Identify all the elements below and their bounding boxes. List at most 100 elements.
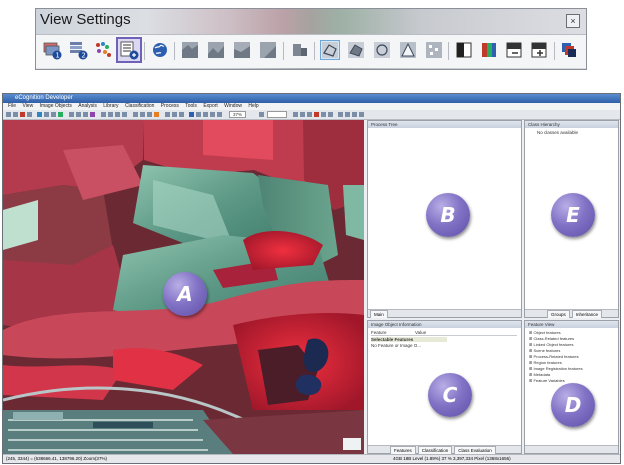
table-row[interactable]: No Feature or Image O... [371,343,421,348]
tree-item[interactable]: ⊞ Class-Related features [529,336,574,341]
level-select[interactable] [267,111,287,118]
class-hierarchy-pane: Class Hierarchy No classes available E G… [524,120,619,318]
rgb-band-icon[interactable] [479,40,499,60]
toolbar-button[interactable] [359,112,364,117]
layer-1-icon[interactable]: 1 [42,40,62,60]
toolbar-button[interactable] [101,112,106,117]
toolbar-button[interactable] [217,112,222,117]
split-view-icon[interactable] [290,40,310,60]
table-row[interactable]: Selectable Features [371,337,447,342]
tab-inheritance[interactable]: Inheritance [571,310,603,318]
toolbar-button[interactable] [147,112,152,117]
toolbar-button[interactable] [338,112,343,117]
tree-item[interactable]: ⊞ Scene features [529,348,560,353]
map-view-4-icon[interactable] [258,40,278,60]
tab-main[interactable]: Main [370,310,388,318]
menu-export[interactable]: Export [203,103,217,109]
toolbar-button[interactable] [90,112,95,117]
toolbar-button[interactable] [108,112,113,117]
menu-tools[interactable]: Tools [185,103,197,109]
toolbar-button[interactable] [179,112,184,117]
map-view-2-icon[interactable] [206,40,226,60]
menu-classification[interactable]: Classification [125,103,154,109]
tree-item[interactable]: ⊞ Linked Object features [529,342,574,347]
toolbar-button[interactable] [314,112,319,117]
layer-2-icon[interactable]: 2 [68,40,88,60]
svg-text:2: 2 [81,52,85,60]
toolbar-button[interactable] [307,112,312,117]
toolbar-button[interactable] [115,112,120,117]
toolbar-button[interactable] [300,112,305,117]
polygon-view-3-icon[interactable] [372,40,392,60]
map-view-1-icon[interactable] [180,40,200,60]
toolbar-button[interactable] [172,112,177,117]
toolbar-button[interactable] [203,112,208,117]
toolbar-button[interactable] [76,112,81,117]
toolbar-button[interactable] [69,112,74,117]
menu-analysis[interactable]: Analysis [78,103,97,109]
toolbar-button[interactable] [345,112,350,117]
toolbar-button[interactable] [293,112,298,117]
column-feature: Feature [371,330,387,335]
tab-features[interactable]: Features [390,446,416,454]
band-plus-icon[interactable] [529,40,549,60]
tree-item[interactable]: ⊞ Feature Variables [529,378,565,383]
process-tree-footer: Main [368,309,521,318]
menu-library[interactable]: Library [103,103,118,109]
menu-file[interactable]: File [8,103,16,109]
toolbar-button[interactable] [140,112,145,117]
tree-item[interactable]: ⊞ Metadata [529,372,550,377]
globe-icon[interactable] [150,40,170,60]
menu-image-objects[interactable]: Image Objects [40,103,72,109]
menu-window[interactable]: Window [224,103,242,109]
toolbar-button[interactable] [20,112,25,117]
toolbar-button[interactable] [51,112,56,117]
tree-item[interactable]: ⊞ Process-Related features [529,354,579,359]
tab-class-evaluation[interactable]: Class Evaluation [454,446,496,454]
polygon-view-5-icon[interactable] [424,40,444,60]
toolbar-button[interactable] [259,112,264,117]
classify-dots-icon[interactable] [93,40,113,60]
polygon-view-4-icon[interactable] [398,40,418,60]
status-info: 4GB 18B Level (1.89%) 37 % 3,397,334 Pix… [393,456,511,461]
tree-item[interactable]: ⊞ Object features [529,330,561,335]
menu-process[interactable]: Process [161,103,179,109]
close-button[interactable]: × [566,14,580,28]
layer-stack-icon[interactable] [559,40,579,60]
tab-groups[interactable]: Groups [547,310,570,318]
toolbar-button[interactable] [27,112,32,117]
menu-view[interactable]: View [22,103,33,109]
class-hierarchy-footer: Groups Inheritance [525,309,618,318]
toolbar-button[interactable] [37,112,42,117]
toolbar-button[interactable] [352,112,357,117]
toolbar-button[interactable] [122,112,127,117]
toolbar-button[interactable] [44,112,49,117]
toolbar-button[interactable] [196,112,201,117]
polygon-outline-icon[interactable] [320,40,340,60]
toolbar-button[interactable] [210,112,215,117]
toolbar-button[interactable] [321,112,326,117]
menu-help[interactable]: Help [248,103,258,109]
main-toolbar: 37% [3,110,620,120]
image-view[interactable]: A [3,120,364,454]
toolbar-button[interactable] [6,112,11,117]
toolbar-button[interactable] [328,112,333,117]
polygon-fill-icon[interactable] [346,40,366,60]
tab-classification[interactable]: Classification [417,446,453,454]
toolbar-button[interactable] [165,112,170,117]
class-hierarchy-header: Class Hierarchy [525,121,618,128]
toolbar-button[interactable] [154,112,159,117]
toolbar-button[interactable] [13,112,18,117]
band-minus-icon[interactable] [504,40,524,60]
single-band-icon[interactable] [454,40,474,60]
toolbar-button[interactable] [58,112,63,117]
toolbar-button[interactable] [189,112,194,117]
four-pane-layout-icon[interactable] [116,37,142,63]
toolbar-title: View Settings [40,11,131,28]
tree-item[interactable]: ⊞ Region features [529,360,562,365]
toolbar-button[interactable] [133,112,138,117]
tree-item[interactable]: ⊞ Image Registration features [529,366,583,371]
toolbar-button[interactable] [83,112,88,117]
zoom-select[interactable]: 37% [229,111,247,118]
map-view-3-icon[interactable] [232,40,252,60]
